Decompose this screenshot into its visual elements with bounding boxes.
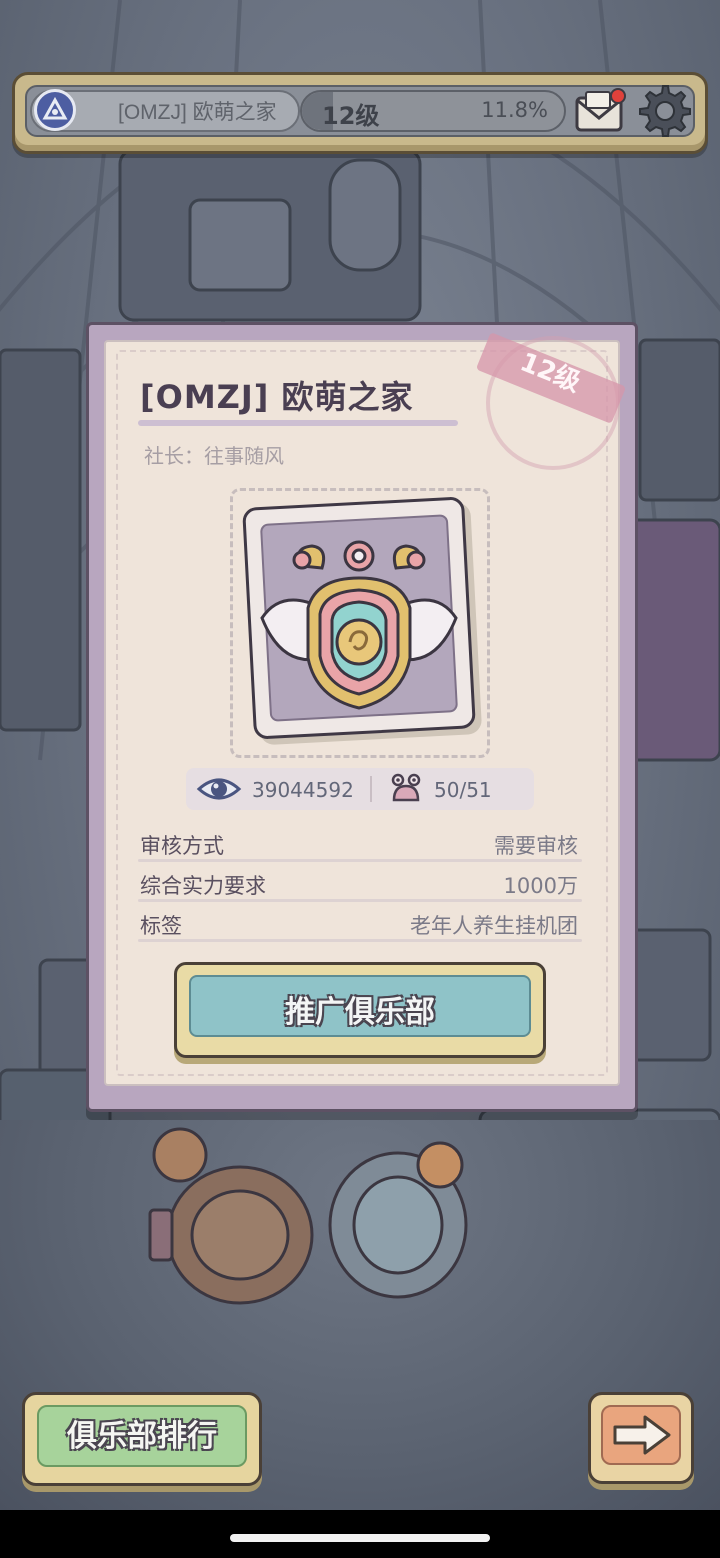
info-value: 需要审核 [494, 834, 578, 858]
club-ranking-label: 俱乐部排行 [67, 1419, 217, 1454]
settings-button[interactable] [638, 84, 692, 138]
next-button[interactable] [588, 1392, 694, 1484]
title-underline [138, 420, 458, 426]
arrow-right-icon [613, 1415, 671, 1455]
home-indicator[interactable] [230, 1534, 490, 1542]
club-member-count: 50/51 [434, 778, 492, 802]
info-value: 老年人养生挂机团 [410, 914, 578, 938]
eye-icon [196, 778, 242, 800]
info-row-tag: 标签 老年人养生挂机团 [138, 904, 582, 942]
info-row-divider [138, 939, 582, 942]
mail-icon [575, 88, 626, 132]
club-emblem-icon[interactable] [34, 89, 76, 131]
info-row-divider [138, 899, 582, 902]
club-leader: 社长：往事随风 [144, 444, 284, 468]
info-row-power-requirement: 综合实力要求 1000万 [138, 864, 582, 902]
info-row-divider [138, 859, 582, 862]
promote-club-button[interactable]: 推广俱乐部 [174, 962, 546, 1058]
club-emblem-glyph [42, 97, 68, 120]
promote-club-label: 推广俱乐部 [285, 995, 435, 1030]
club-views-count: 39044592 [252, 778, 354, 802]
club-name-text: [OMZJ] 欧萌之家 [118, 101, 277, 124]
mail-button[interactable] [574, 86, 628, 136]
info-value: 1000万 [503, 874, 578, 898]
info-label: 审核方式 [140, 834, 224, 858]
info-label: 综合实力要求 [140, 874, 266, 898]
level-text: 12级 [322, 102, 380, 130]
level-progress-percent: 11.8% [481, 98, 548, 122]
stats-divider [370, 776, 372, 802]
gear-icon [639, 85, 691, 137]
club-title: [OMZJ] 欧萌之家 [140, 378, 414, 416]
notification-dot [610, 88, 626, 104]
member-icon [391, 773, 421, 802]
info-row-review: 审核方式 需要审核 [138, 824, 582, 862]
info-label: 标签 [140, 914, 182, 938]
winged-shield-badge-icon [260, 540, 458, 710]
club-ranking-button[interactable]: 俱乐部排行 [22, 1392, 262, 1486]
